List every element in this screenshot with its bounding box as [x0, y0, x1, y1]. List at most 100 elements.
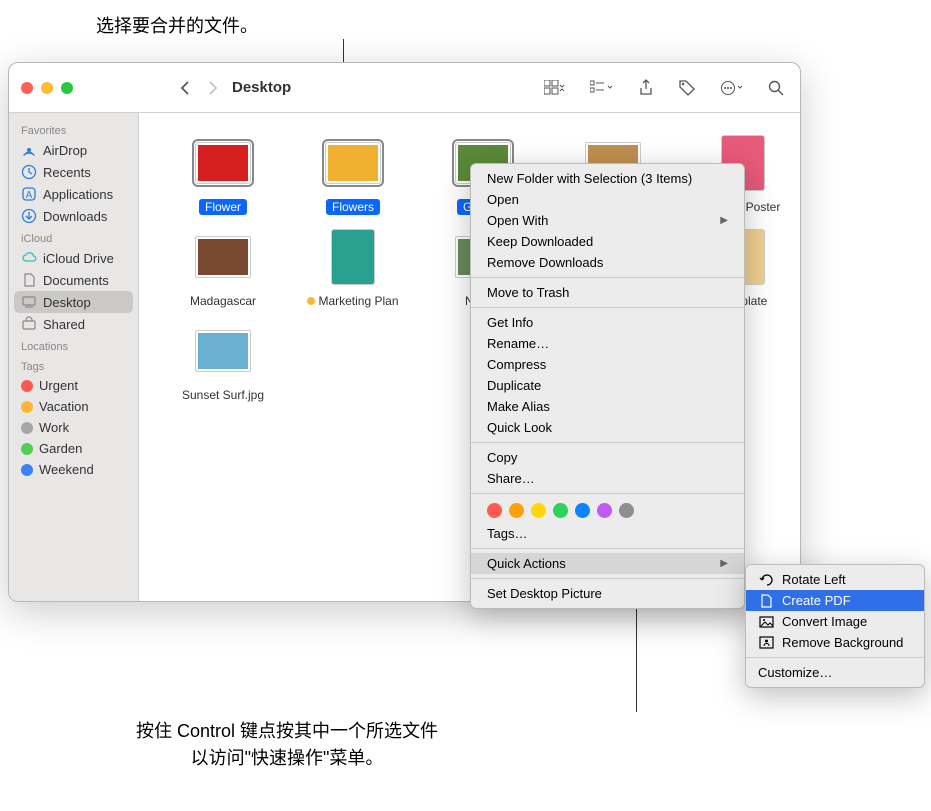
tag-color-swatch[interactable] — [597, 503, 612, 518]
menu-item-remove-downloads[interactable]: Remove Downloads — [471, 252, 744, 273]
tag-icon[interactable] — [678, 79, 696, 97]
tag-color-swatch[interactable] — [531, 503, 546, 518]
tag-dot-icon — [21, 380, 33, 392]
file-thumbnail — [191, 319, 255, 383]
sidebar-item-label: AirDrop — [43, 143, 87, 158]
zoom-button[interactable] — [61, 82, 73, 94]
callout-top: 选择要合并的文件。 — [96, 12, 258, 38]
file-item[interactable]: Madagascar — [159, 225, 287, 309]
tag-dot-icon — [21, 401, 33, 413]
tag-color-swatch[interactable] — [619, 503, 634, 518]
tag-dot-icon — [21, 443, 33, 455]
sidebar-tag-weekend[interactable]: Weekend — [9, 459, 138, 480]
sidebar-item-documents[interactable]: Documents — [9, 269, 138, 291]
menu-item-move-to-trash[interactable]: Move to Trash — [471, 282, 744, 303]
sidebar-section-icloud: iCloud — [9, 227, 138, 247]
menu-item-compress[interactable]: Compress — [471, 354, 744, 375]
group-icon[interactable] — [590, 80, 614, 96]
menu-separator — [471, 307, 744, 308]
sidebar-item-label: iCloud Drive — [43, 251, 114, 266]
menu-item-duplicate[interactable]: Duplicate — [471, 375, 744, 396]
menu-item-quick-actions[interactable]: Quick Actions▶ — [471, 553, 744, 574]
submenu-item-rotate-left[interactable]: Rotate Left — [746, 569, 924, 590]
sidebar-item-desktop[interactable]: Desktop — [14, 291, 133, 313]
sidebar-tag-work[interactable]: Work — [9, 417, 138, 438]
menu-separator — [471, 493, 744, 494]
search-icon[interactable] — [768, 80, 784, 96]
menu-separator — [471, 578, 744, 579]
sidebar-tag-urgent[interactable]: Urgent — [9, 375, 138, 396]
sidebar-tag-garden[interactable]: Garden — [9, 438, 138, 459]
toolbar — [544, 79, 800, 97]
back-button[interactable] — [180, 81, 190, 95]
tag-color-swatch[interactable] — [575, 503, 590, 518]
file-thumbnail — [321, 225, 385, 289]
menu-item-tags[interactable]: Tags… — [471, 523, 744, 544]
traffic-lights — [9, 82, 85, 94]
nav-buttons — [180, 81, 218, 95]
menu-item-make-alias[interactable]: Make Alias — [471, 396, 744, 417]
menu-item-share[interactable]: Share… — [471, 468, 744, 489]
close-button[interactable] — [21, 82, 33, 94]
menu-item-set-desktop-picture[interactable]: Set Desktop Picture — [471, 583, 744, 604]
sidebar-item-label: Applications — [43, 187, 113, 202]
sidebar-section-tags: Tags — [9, 355, 138, 375]
file-thumbnail — [191, 225, 255, 289]
sidebar-item-downloads[interactable]: Downloads — [9, 205, 138, 227]
tag-dot-icon — [21, 422, 33, 434]
menu-item-get-info[interactable]: Get Info — [471, 312, 744, 333]
sidebar-tag-vacation[interactable]: Vacation — [9, 396, 138, 417]
window-title: Desktop — [232, 79, 291, 96]
file-item[interactable]: Flowers — [289, 131, 417, 215]
submenu-item-create-pdf[interactable]: Create PDF — [746, 590, 924, 611]
file-name: Marketing Plan — [301, 293, 404, 309]
sidebar-item-airdrop[interactable]: AirDrop — [9, 139, 138, 161]
menu-item-quick-look[interactable]: Quick Look — [471, 417, 744, 438]
desktop-icon — [21, 294, 37, 310]
image-icon — [758, 615, 774, 629]
svg-text:A: A — [26, 190, 33, 201]
menu-item-keep-downloaded[interactable]: Keep Downloaded — [471, 231, 744, 252]
share-icon[interactable] — [638, 79, 654, 97]
file-name: Madagascar — [184, 293, 262, 309]
menu-item-open[interactable]: Open — [471, 189, 744, 210]
sidebar-item-shared[interactable]: Shared — [9, 313, 138, 335]
sidebar-item-label: Desktop — [43, 295, 91, 310]
menu-item-copy[interactable]: Copy — [471, 447, 744, 468]
submenu-item-convert-image[interactable]: Convert Image — [746, 611, 924, 632]
menu-item-rename[interactable]: Rename… — [471, 333, 744, 354]
tag-color-swatch[interactable] — [509, 503, 524, 518]
sidebar-item-recents[interactable]: Recents — [9, 161, 138, 183]
file-name: Flower — [199, 199, 247, 215]
file-item[interactable]: Flower — [159, 131, 287, 215]
sidebar-item-label: Downloads — [43, 209, 107, 224]
menu-separator — [746, 657, 924, 658]
file-name: Sunset Surf.jpg — [176, 387, 270, 403]
context-menu: New Folder with Selection (3 Items)OpenO… — [470, 163, 745, 609]
forward-button[interactable] — [208, 81, 218, 95]
sidebar-item-applications[interactable]: A Applications — [9, 183, 138, 205]
doc-icon — [21, 272, 37, 288]
action-icon[interactable] — [720, 80, 744, 96]
titlebar: Desktop — [9, 63, 800, 113]
file-thumbnail — [321, 131, 385, 195]
sidebar-item-icloud-drive[interactable]: iCloud Drive — [9, 247, 138, 269]
tag-dot-icon — [21, 464, 33, 476]
tag-color-swatch[interactable] — [553, 503, 568, 518]
minimize-button[interactable] — [41, 82, 53, 94]
menu-separator — [471, 277, 744, 278]
menu-item-new-folder-with-selection-3-items[interactable]: New Folder with Selection (3 Items) — [471, 168, 744, 189]
menu-item-open-with[interactable]: Open With▶ — [471, 210, 744, 231]
sidebar-section-favorites: Favorites — [9, 119, 138, 139]
sidebar-section-locations: Locations — [9, 335, 138, 355]
submenu-item-customize[interactable]: Customize… — [746, 662, 924, 683]
file-item[interactable]: Sunset Surf.jpg — [159, 319, 287, 403]
sidebar: Favorites AirDrop Recents A Applications Dow… — [9, 113, 139, 601]
quick-actions-submenu: Rotate LeftCreate PDFConvert ImageRemove… — [745, 564, 925, 688]
submenu-item-remove-background[interactable]: Remove Background — [746, 632, 924, 653]
view-icon-grid[interactable] — [544, 80, 566, 96]
cloud-icon — [21, 250, 37, 266]
callout-bottom: 按住 Control 键点按其中一个所选文件 以访问"快速操作"菜单。 — [136, 718, 438, 772]
tag-color-swatch[interactable] — [487, 503, 502, 518]
file-item[interactable]: Marketing Plan — [289, 225, 417, 309]
